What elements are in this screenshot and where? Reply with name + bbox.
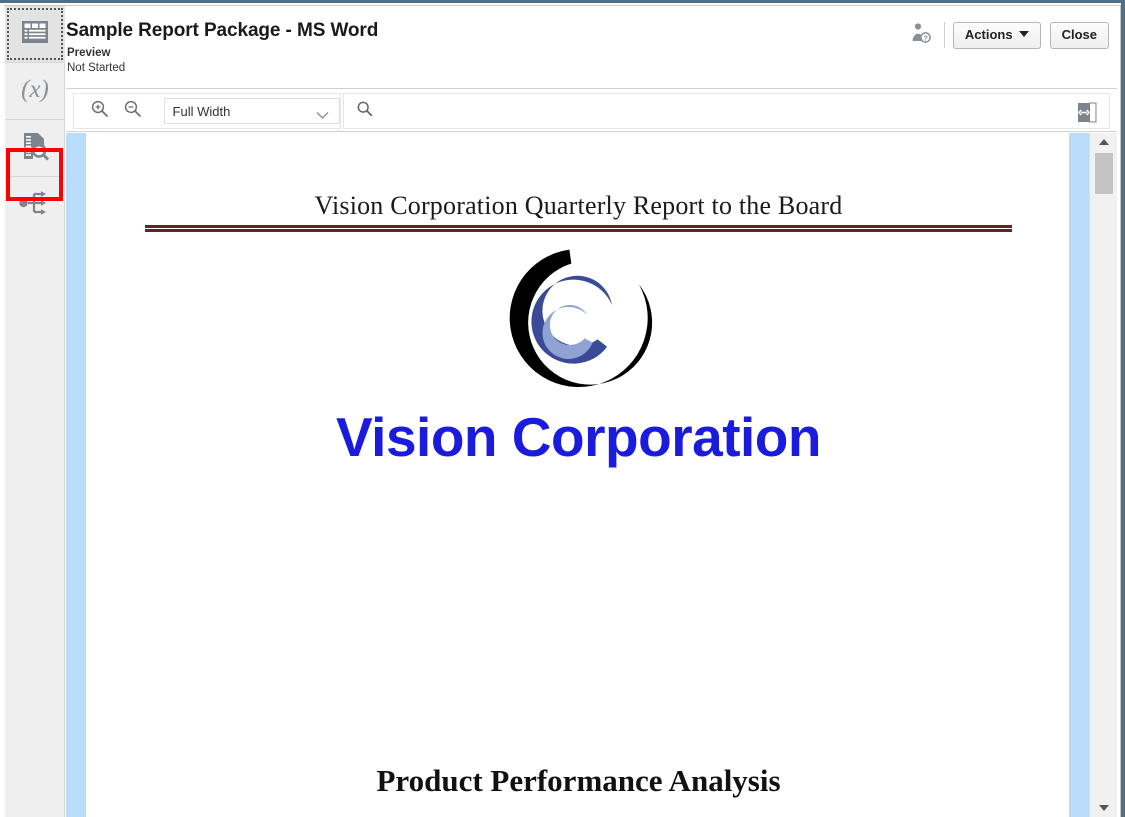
page-margin-right: [1070, 133, 1089, 817]
sidebar-item-variables[interactable]: (x): [5, 63, 65, 119]
document-header-rule: [145, 225, 1012, 232]
svg-text:(x): (x): [21, 76, 49, 103]
zoom-in-icon: [90, 99, 110, 124]
document-page: Vision Corporation Quarterly Report to t…: [85, 133, 1070, 817]
document-search-icon: [19, 130, 51, 167]
zoom-level-select[interactable]: Full Width: [163, 98, 340, 125]
flow-branch-icon: [18, 189, 52, 222]
search-input[interactable]: [382, 98, 1109, 124]
search-group: [343, 93, 1110, 129]
window-right-border: [1121, 0, 1125, 817]
zoom-in-button[interactable]: [84, 96, 117, 126]
header-actions: ? Actions Close: [904, 18, 1109, 52]
header-divider: [943, 22, 945, 48]
actions-button-label: Actions: [964, 26, 1013, 42]
scroll-down-arrow-icon: [1099, 805, 1109, 811]
sidebar-item-workflow[interactable]: [5, 177, 65, 233]
left-icon-rail: (x): [5, 6, 65, 817]
vertical-scrollbar[interactable]: [1089, 133, 1117, 817]
expand-panel-button[interactable]: [1075, 102, 1099, 128]
user-help-icon: ?: [909, 21, 933, 50]
table-grid-icon: [20, 17, 50, 52]
page-subtitle: Preview: [67, 47, 111, 59]
document-viewport: Vision Corporation Quarterly Report to t…: [66, 133, 1117, 817]
variables-x-icon: (x): [15, 73, 55, 110]
document-header-text: Vision Corporation Quarterly Report to t…: [314, 191, 843, 220]
scroll-up-button[interactable]: [1090, 133, 1117, 151]
page-title: Sample Report Package - MS Word: [66, 20, 379, 41]
page-margin-left: [66, 133, 85, 817]
sidebar-item-preview[interactable]: [5, 120, 65, 176]
company-name: Vision Corporation: [335, 406, 822, 468]
zoom-controls-group: Full Width: [73, 93, 341, 129]
chevron-down-icon: [1018, 31, 1029, 38]
search-icon[interactable]: [356, 100, 374, 123]
status-text: Not Started: [67, 62, 126, 74]
user-help-button[interactable]: ?: [904, 18, 938, 52]
scrollbar-thumb[interactable]: [1095, 153, 1113, 194]
window-top-border: [0, 0, 1125, 3]
company-logo: [86, 243, 1069, 393]
scroll-up-arrow-icon: [1099, 139, 1109, 145]
document-section-heading: Product Performance Analysis: [376, 763, 781, 798]
expand-panel-icon: [1077, 102, 1097, 128]
zoom-out-button[interactable]: [117, 96, 150, 126]
zoom-out-icon: [123, 99, 143, 124]
actions-button[interactable]: Actions: [952, 21, 1041, 49]
svg-text:?: ?: [923, 33, 928, 42]
chevron-down-icon: [316, 107, 329, 125]
application-window: (x) Sample Report Package - MS Word Prev…: [0, 0, 1125, 817]
zoom-level-value: Full Width: [172, 103, 231, 119]
viewer-toolbar: Full Width: [66, 90, 1117, 132]
sidebar-item-report-center[interactable]: [5, 6, 65, 62]
scroll-down-button[interactable]: [1090, 799, 1117, 817]
vision-corporation-logo-icon: [509, 249, 652, 388]
close-button[interactable]: Close: [1049, 21, 1109, 49]
page-header: Sample Report Package - MS Word Preview …: [66, 6, 1117, 89]
